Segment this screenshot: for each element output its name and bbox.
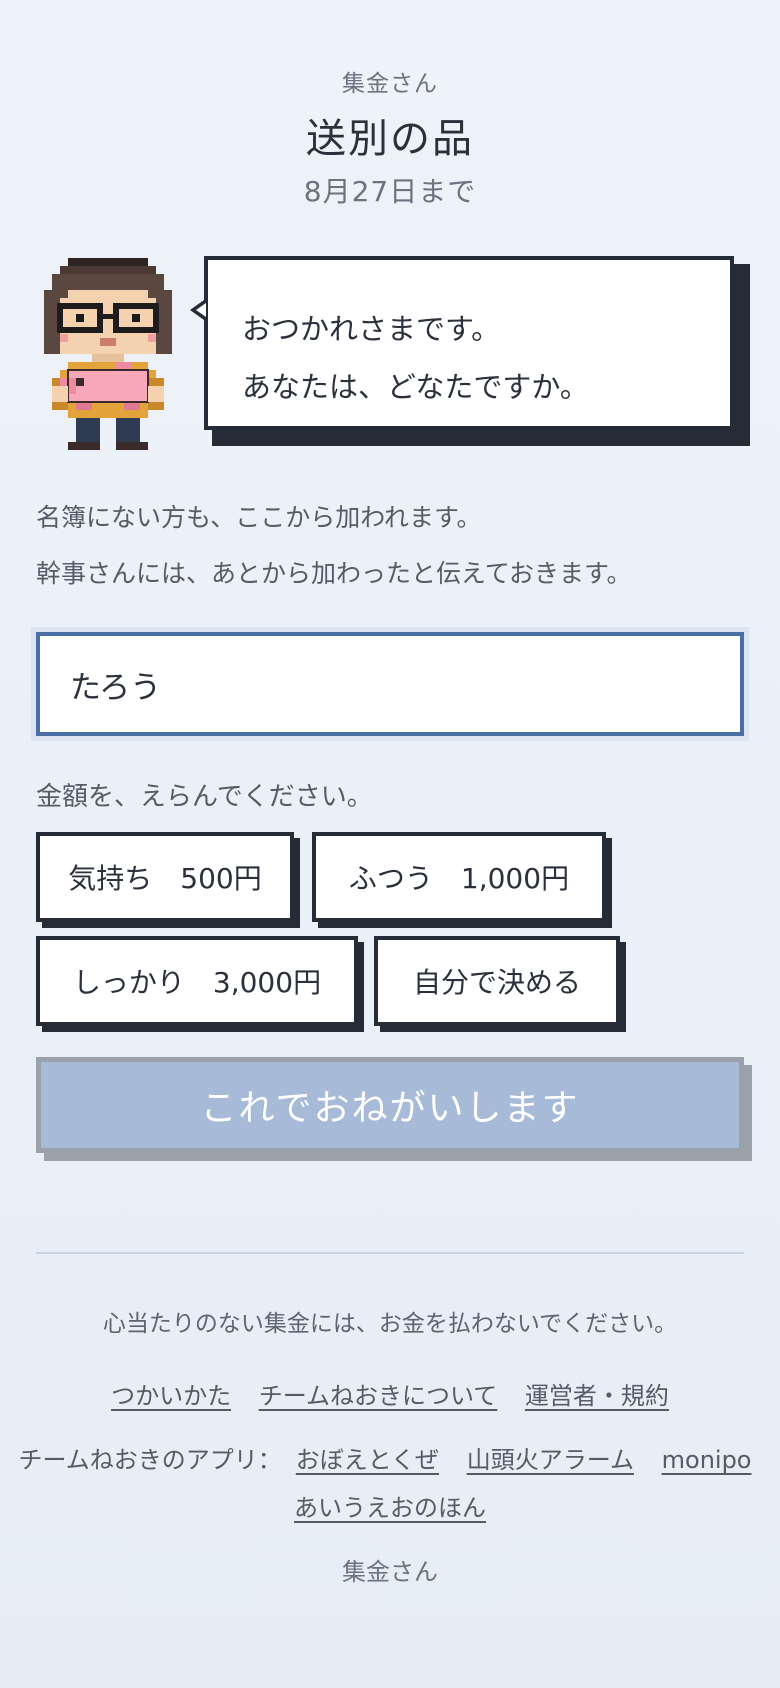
link-app-santoka-alarm[interactable]: 山頭火アラーム — [467, 1446, 634, 1474]
footer-apps: チームねおきのアプリ： おぼえとくぜ 山頭火アラーム monipo — [0, 1440, 780, 1475]
link-about-team[interactable]: チームねおきについて — [259, 1382, 498, 1410]
info-line-1: 名簿にない方も、ここから加われます。 — [36, 503, 482, 532]
apps-label: チームねおきのアプリ： — [18, 1446, 282, 1474]
link-app-monipo[interactable]: monipo — [662, 1446, 752, 1474]
amount-option-shikkari[interactable]: しっかり 3,000円 — [36, 936, 364, 1032]
deadline: 8月27日まで — [303, 175, 477, 208]
submit-button-label[interactable]: これでおねがいします — [36, 1057, 744, 1153]
name-input[interactable] — [36, 632, 744, 736]
amount-option-futsuu[interactable]: ふつう 1,000円 — [312, 832, 612, 928]
amount-option-label[interactable]: しっかり 3,000円 — [36, 936, 358, 1026]
amount-option-label[interactable]: ふつう 1,000円 — [312, 832, 606, 922]
amount-option-label[interactable]: 気持ち 500円 — [36, 832, 294, 922]
speech-bubble: おつかれさまです。 あなたは、どなたですか。 — [190, 256, 750, 446]
link-app-oboetokuze[interactable]: おぼえとくぜ — [296, 1446, 439, 1474]
footer-divider — [36, 1252, 744, 1254]
speech-line-2: あなたは、どなたですか。 — [242, 370, 589, 404]
amount-option-custom[interactable]: 自分で決める — [374, 936, 626, 1032]
footer-app-name: 集金さん — [342, 1558, 438, 1586]
speech-bubble-body: おつかれさまです。 あなたは、どなたですか。 — [204, 256, 734, 430]
info-line-2: 幹事さんには、あとから加わったと伝えておきます。 — [36, 559, 632, 588]
link-how-to-use[interactable]: つかいかた — [111, 1382, 231, 1410]
speech-line-1: おつかれさまです。 — [242, 312, 501, 346]
footer-apps-row2: あいうえおのほん — [0, 1488, 780, 1523]
scam-notice: 心当たりのない集金には、お金を払わないでください。 — [102, 1311, 678, 1337]
amount-label: 金額を、えらんでください。 — [36, 782, 373, 812]
amount-option-label[interactable]: 自分で決める — [374, 936, 620, 1026]
page: 集金さん 送別の品 8月27日まで おつかれさまです。 あなたは、どなたですか。… — [0, 0, 780, 1688]
app-name: 集金さん — [342, 71, 438, 97]
link-app-aiueo-book[interactable]: あいうえおのほん — [294, 1494, 486, 1522]
speech-bubble-tail-inner — [196, 303, 206, 317]
submit-button[interactable]: これでおねがいします — [36, 1057, 752, 1161]
amount-option-kimochi[interactable]: 気持ち 500円 — [36, 832, 300, 928]
link-operator-terms[interactable]: 運営者・規約 — [525, 1382, 669, 1410]
avatar-pixel-character — [44, 258, 172, 450]
footer-links: つかいかた チームねおきについて 運営者・規約 — [0, 1376, 780, 1411]
event-title: 送別の品 — [306, 116, 474, 162]
